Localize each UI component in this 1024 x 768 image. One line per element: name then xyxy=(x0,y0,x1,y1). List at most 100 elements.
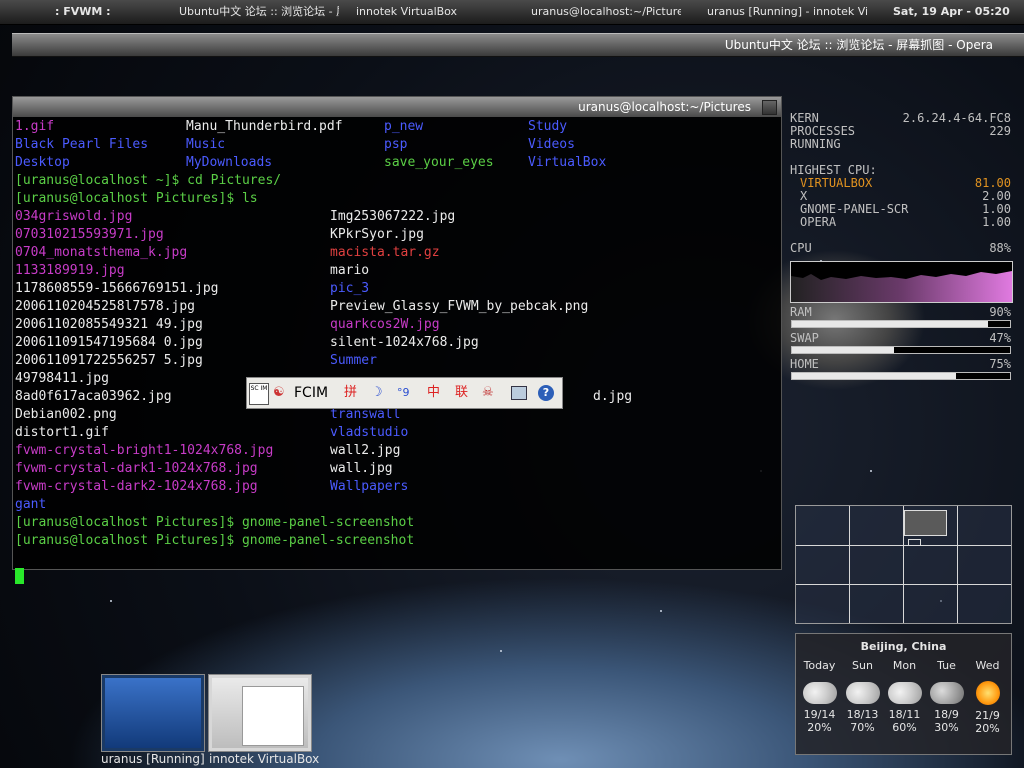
pager-divider xyxy=(796,584,1011,585)
window-thumbnail-vm[interactable] xyxy=(101,674,205,752)
pager-window[interactable] xyxy=(904,510,947,536)
command-text: [uranus@localhost Pictures]$ gnome-panel… xyxy=(15,533,415,548)
half-width-icon[interactable]: ☽ xyxy=(371,382,383,404)
directory-entry: Wallpapers xyxy=(330,479,409,494)
terminal-cursor xyxy=(15,568,24,584)
desktop-pager[interactable] xyxy=(795,505,1012,624)
weather-location: Beijing, China xyxy=(860,640,947,653)
list-item: 1.gif Manu_Thunderbird.pdf p_new Study xyxy=(15,118,775,136)
window-thumbnail-virtualbox[interactable] xyxy=(208,674,312,752)
precipitation: 30% xyxy=(934,721,959,734)
file-entry: 1133189919.jpg xyxy=(15,263,125,278)
weather-day: Tue 18/9 30% xyxy=(925,659,968,734)
directory-entry: Black Pearl Files xyxy=(15,137,149,152)
file-entry: 070310215593971.jpg xyxy=(15,227,164,242)
file-entry: fvwm-crystal-bright1-1024x768.jpg xyxy=(15,443,274,458)
home-value: 75% xyxy=(989,357,1011,371)
file-entry: mario xyxy=(330,263,370,278)
fvwm-menu-button[interactable]: : FVWM : xyxy=(55,0,111,24)
input-method-icon[interactable]: ☯ xyxy=(273,382,285,404)
pinyin-mode-button[interactable]: 拼 xyxy=(344,382,357,404)
opera-window-titlebar[interactable]: Ubuntu中文 论坛 :: 浏览论坛 - 屏幕抓图 - Opera xyxy=(12,33,1024,57)
input-method-name[interactable]: FCIM xyxy=(294,382,328,404)
chinese-mode-button[interactable]: 中 xyxy=(427,382,440,404)
home-bar xyxy=(791,372,1011,380)
taskbar-item-terminal[interactable]: uranus@localhost:~/Pictures xyxy=(531,0,681,24)
association-button[interactable]: 联 xyxy=(455,382,468,404)
system-monitor: KERN 2.6.24.4-64.FC8 PROCESSES 229 RUNNI… xyxy=(790,108,1013,390)
temperature: 21/9 xyxy=(975,709,1000,722)
file-entry: 1.gif xyxy=(15,119,55,134)
taskbar-item-opera[interactable]: Ubuntu中文 论坛 :: 浏览论坛 - 屏幕 xyxy=(179,0,339,24)
command-line: [uranus@localhost Pictures]$ gnome-panel… xyxy=(15,532,775,550)
thumbnail-label[interactable]: uranus [Running] xyxy=(101,752,205,766)
directory-entry: vladstudio xyxy=(330,425,409,440)
processes-value: 229 xyxy=(989,124,1011,138)
directory-entry: Desktop xyxy=(15,155,70,170)
list-item: 1178608559-15666769151.jpg pic_3 xyxy=(15,280,775,298)
running-row: RUNNING xyxy=(790,138,1011,151)
file-entry: macista.tar.gz xyxy=(330,245,440,260)
directory-entry: MyDownloads xyxy=(186,155,273,170)
cpu-label: CPU xyxy=(790,241,812,255)
cloud-icon xyxy=(887,682,922,704)
ram-label: RAM xyxy=(790,305,812,319)
file-entry: Preview_Glassy_FVWM_by_pebcak.png xyxy=(330,299,589,314)
list-item: fvwm-crystal-bright1-1024x768.jpg wall2.… xyxy=(15,442,775,460)
terminal-title: uranus@localhost:~/Pictures xyxy=(578,100,751,114)
command-line: [uranus@localhost ~]$ cd Pictures/ xyxy=(15,172,775,190)
file-entry: 20061102085549321 49.jpg xyxy=(15,317,203,332)
file-entry: Img253067222.jpg xyxy=(330,209,456,224)
home-label: HOME xyxy=(790,357,819,371)
scim-logo-icon[interactable]: SC IM xyxy=(249,383,269,405)
file-entry: 8ad0f617aca03962.jpg xyxy=(15,389,172,404)
sun-icon xyxy=(975,681,1000,705)
list-item: 1133189919.jpg mario xyxy=(15,262,775,280)
directory-entry: save_your_eyes xyxy=(384,155,494,170)
close-button[interactable] xyxy=(762,100,777,115)
help-icon[interactable]: ? xyxy=(538,385,554,401)
file-entry: wall.jpg xyxy=(330,461,393,476)
list-item: 0704_monatsthema_k.jpg macista.tar.gz xyxy=(15,244,775,262)
swap-row: SWAP 47% xyxy=(790,332,1011,345)
file-entry: 034griswold.jpg xyxy=(15,209,133,224)
cpu-value: 88% xyxy=(989,241,1011,255)
file-entry: quarkcos2W.jpg xyxy=(330,317,440,332)
opera-window-title: Ubuntu中文 论坛 :: 浏览论坛 - 屏幕抓图 - Opera xyxy=(724,38,993,52)
thumbnail-label[interactable]: innotek VirtualBox xyxy=(209,752,319,766)
taskbar-item-virtualbox[interactable]: innotek VirtualBox xyxy=(356,0,516,24)
file-entry: Manu_Thunderbird.pdf xyxy=(186,119,343,134)
taskbar-item-vm-running[interactable]: uranus [Running] - innotek Virtu xyxy=(707,0,867,24)
command-text: [uranus@localhost Pictures]$ gnome-panel… xyxy=(15,515,415,530)
list-item: 070310215593971.jpg KPkrSyor.jpg xyxy=(15,226,775,244)
temperature: 18/11 xyxy=(888,708,921,721)
cpu-graph xyxy=(790,261,1013,303)
terminal-titlebar[interactable]: uranus@localhost:~/Pictures xyxy=(13,97,781,117)
terminal-output[interactable]: 1.gif Manu_Thunderbird.pdf p_new Study B… xyxy=(15,118,775,584)
cpu-row: CPU 88% xyxy=(790,242,1011,255)
temperature: 18/13 xyxy=(846,708,879,721)
precipitation: 20% xyxy=(975,722,1000,735)
top-process-row: OPERA 1.00 xyxy=(790,216,1011,229)
temperature: 19/14 xyxy=(803,708,836,721)
list-item: 20061102085549321 49.jpg quarkcos2W.jpg xyxy=(15,316,775,334)
terminal-window[interactable]: uranus@localhost:~/Pictures 1.gif Manu_T… xyxy=(12,96,782,584)
file-entry: 1178608559-15666769151.jpg xyxy=(15,281,219,296)
thumbnail-preview xyxy=(105,678,201,748)
ram-value: 90% xyxy=(989,305,1011,319)
weather-day: Mon 18/11 60% xyxy=(883,659,926,734)
weather-day: Sun 18/13 70% xyxy=(841,659,884,734)
top-process-row: VIRTUALBOX 81.00 xyxy=(790,177,1011,190)
directory-entry: Summer xyxy=(330,353,377,368)
command-text: [uranus@localhost ~]$ cd Pictures/ xyxy=(15,173,282,188)
punctuation-icon[interactable]: °9 xyxy=(397,382,410,404)
file-entry: 0704_monatsthema_k.jpg xyxy=(15,245,188,260)
swap-label: SWAP xyxy=(790,331,819,345)
keyboard-icon[interactable] xyxy=(511,386,527,400)
skull-icon[interactable]: ☠ xyxy=(482,382,494,404)
file-entry: distort1.gif xyxy=(15,425,109,440)
input-method-bar[interactable]: SC IM ☯ FCIM 拼 ☽ °9 中 联 ☠ ? xyxy=(246,377,563,409)
day-name: Tue xyxy=(937,659,956,672)
pager-window[interactable] xyxy=(908,539,921,546)
process-name: VIRTUALBOX xyxy=(800,176,873,190)
